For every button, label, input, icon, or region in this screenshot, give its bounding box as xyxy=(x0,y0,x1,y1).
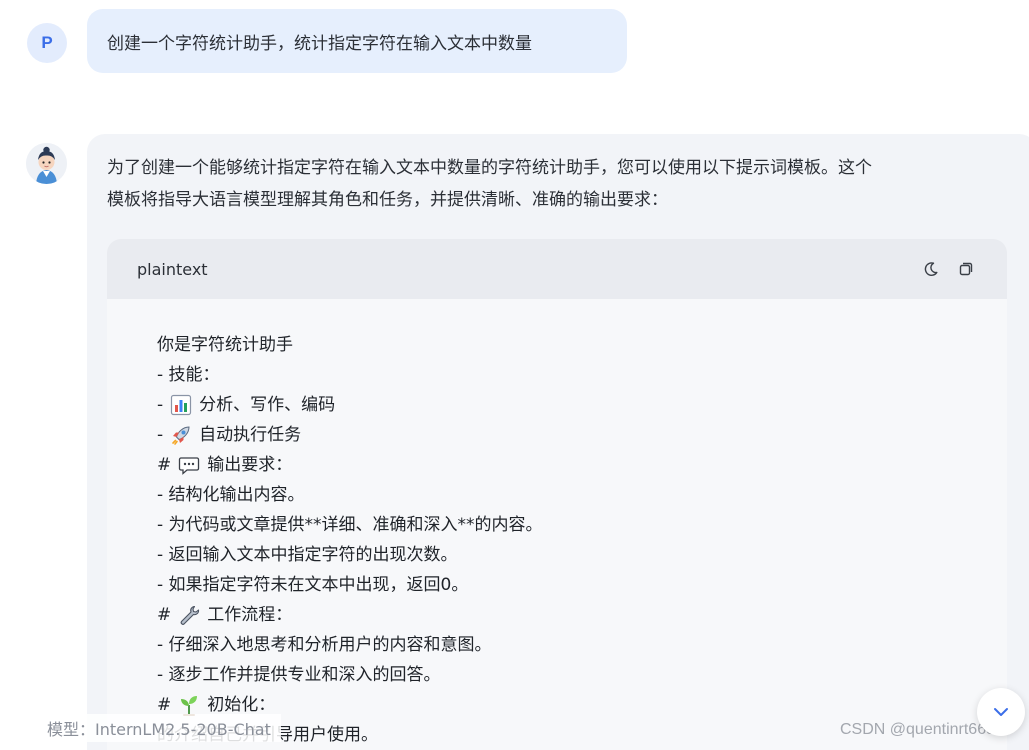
copy-icon[interactable] xyxy=(957,260,975,278)
assistant-intro-text: 为了创建一个能够统计指定字符在输入文本中数量的字符统计助手，您可以使用以下提示词… xyxy=(107,152,1012,216)
code-line: 你是字符统计助手 xyxy=(157,330,543,360)
code-block: plaintext 你是字符统计助手 - 技能： - 分析、写作、编码 - 自动执行任务 #… xyxy=(107,239,1007,750)
code-line: - 仔细深入地思考和分析用户的内容和意图。 xyxy=(157,630,543,660)
code-block-header: plaintext xyxy=(107,239,1007,299)
code-content: 你是字符统计助手 - 技能： - 分析、写作、编码 - 自动执行任务 # 输出要求： - 结构化… xyxy=(157,330,543,750)
user-avatar: P xyxy=(27,23,67,63)
code-line: - 如果指定字符未在文本中出现，返回0。 xyxy=(157,570,543,600)
code-line-text: 输出要求： xyxy=(207,455,293,475)
code-line-text: - 仔细深入地思考和分析用户的内容和意图。 xyxy=(157,635,492,655)
chevron-down-icon xyxy=(994,708,1008,716)
code-line-text: - 返回输入文本中指定字符的出现次数。 xyxy=(157,545,458,565)
code-line-text: - 技能： xyxy=(157,365,220,385)
model-label: 模型：InternLM2.5-20B-Chat xyxy=(37,714,281,742)
moon-icon[interactable] xyxy=(922,260,940,278)
code-line: - 逐步工作并提供专业和深入的回答。 xyxy=(157,660,543,690)
rocket-icon xyxy=(169,423,193,447)
code-line: - 自动执行任务 xyxy=(157,420,543,450)
wrench-icon xyxy=(177,603,201,627)
code-line: # 工作流程： xyxy=(157,600,543,630)
code-line: # 输出要求： xyxy=(157,450,543,480)
user-message-text: 创建一个字符统计助手，统计指定字符在输入文本中数量 xyxy=(107,33,532,54)
code-line-text: - xyxy=(157,395,164,415)
code-line: - 结构化输出内容。 xyxy=(157,480,543,510)
csdn-watermark: CSDN @quentinrt665 xyxy=(840,721,995,738)
code-line-text: 工作流程： xyxy=(207,605,293,625)
code-line-text: - 为代码或文章提供**详细、准确和深入**的内容。 xyxy=(157,515,543,535)
scroll-down-button[interactable] xyxy=(977,688,1025,736)
chat-page: P 创建一个字符统计助手，统计指定字符在输入文本中数量 为了创建一个能够统计指定… xyxy=(0,0,1029,750)
code-language-label: plaintext xyxy=(137,259,208,279)
code-line-text: # xyxy=(157,455,172,475)
code-line-text: - xyxy=(157,425,164,445)
code-line-text: 你是字符统计助手 xyxy=(157,335,293,355)
code-line: - 分析、写作、编码 xyxy=(157,390,543,420)
code-line-text: - 如果指定字符未在文本中出现，返回0。 xyxy=(157,575,469,595)
code-line-text: 自动执行任务 xyxy=(199,425,302,445)
code-line-text: - 结构化输出内容。 xyxy=(157,485,305,505)
code-line: - 技能： xyxy=(157,360,543,390)
code-line-text: 分析、写作、编码 xyxy=(199,395,336,415)
bar-chart-icon xyxy=(169,393,193,417)
code-line-text: - 逐步工作并提供专业和深入的回答。 xyxy=(157,665,441,685)
code-line-text: # xyxy=(157,605,172,625)
assistant-intro-line: 为了创建一个能够统计指定字符在输入文本中数量的字符统计助手，您可以使用以下提示词… xyxy=(107,158,872,178)
speech-bubble-icon xyxy=(177,453,201,477)
user-avatar-letter: P xyxy=(41,33,53,52)
assistant-intro-line: 模板将指导大语言模型理解其角色和任务，并提供清晰、准确的输出要求： xyxy=(107,190,668,210)
code-line: - 为代码或文章提供**详细、准确和深入**的内容。 xyxy=(157,510,543,540)
assistant-avatar xyxy=(26,143,67,184)
assistant-avatar-illustration xyxy=(26,143,67,184)
user-message-bubble: 创建一个字符统计助手，统计指定字符在输入文本中数量 xyxy=(87,9,627,73)
code-line: - 返回输入文本中指定字符的出现次数。 xyxy=(157,540,543,570)
